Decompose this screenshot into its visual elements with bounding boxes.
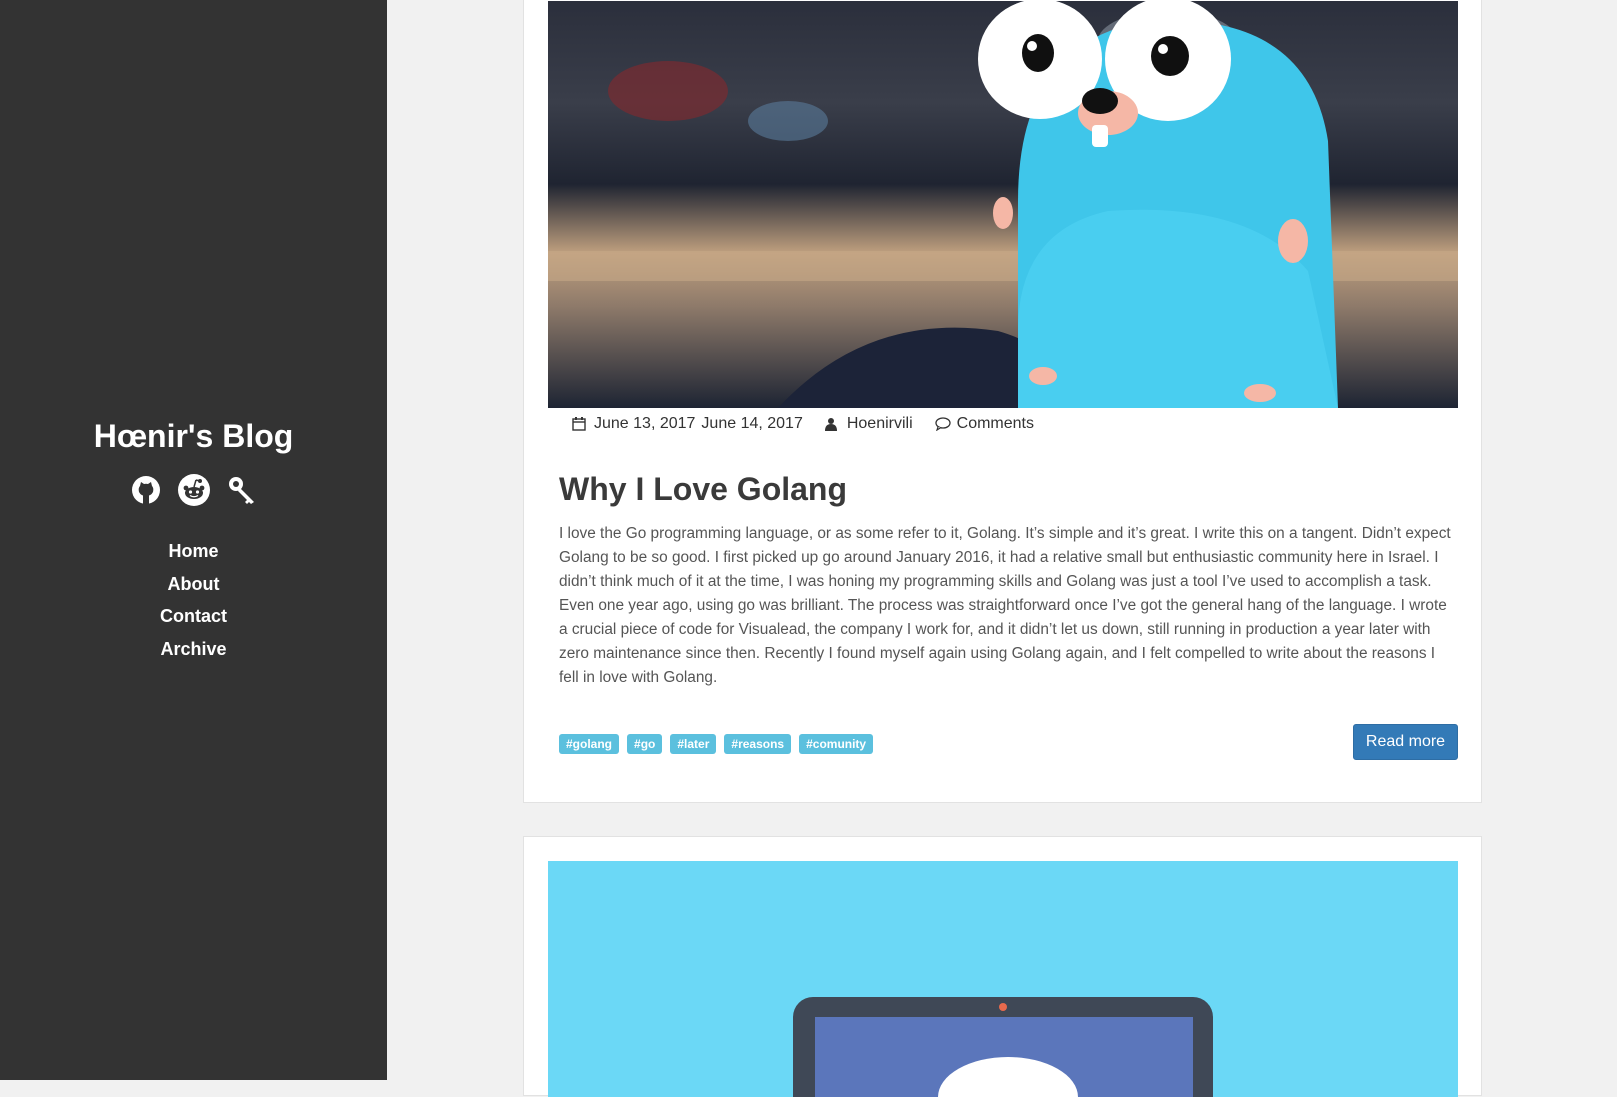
calendar-icon (572, 417, 586, 431)
post-hero-image[interactable] (548, 1, 1458, 408)
tag[interactable]: #go (627, 734, 663, 754)
post-comments-link[interactable]: Comments (957, 415, 1034, 433)
tag[interactable]: #later (670, 734, 717, 754)
tag[interactable]: #reasons (724, 734, 792, 754)
post-date-published: June 13, 2017 (594, 415, 696, 432)
tag[interactable]: #golang (559, 734, 620, 754)
reddit-icon[interactable] (177, 474, 210, 506)
tag[interactable]: #comunity (799, 734, 874, 754)
social-links (0, 474, 387, 506)
post-tags: #golang #go #later #reasons #comunity (559, 734, 874, 754)
nav-home[interactable]: Home (0, 535, 387, 568)
post-excerpt: I love the Go programming language, or a… (559, 525, 1451, 686)
comment-icon (934, 417, 951, 432)
read-more-button[interactable]: Read more (1353, 724, 1458, 760)
sidebar: Hœnir's Blog Home About Contact Archive (0, 0, 387, 1080)
nav-about[interactable]: About (0, 568, 387, 601)
post-hero-image[interactable] (548, 861, 1458, 1097)
nav-contact[interactable]: Contact (0, 600, 387, 633)
main-nav: Home About Contact Archive (0, 535, 387, 665)
github-icon[interactable] (130, 474, 162, 506)
laptop-illustration (548, 861, 1458, 1097)
blog-title[interactable]: Hœnir's Blog (0, 418, 387, 455)
post-date-updated: June 14, 2017 (701, 415, 803, 432)
post-card (523, 836, 1482, 1097)
post-author[interactable]: Hoenirvili (847, 415, 913, 433)
keybase-icon[interactable] (226, 474, 258, 506)
post-meta: June 13, 2017 June 14, 2017 Hoenirvili C… (572, 415, 1034, 433)
post-title[interactable]: Why I Love Golang (559, 471, 847, 508)
user-icon (824, 417, 839, 431)
post-card: June 13, 2017 June 14, 2017 Hoenirvili C… (523, 0, 1482, 803)
gopher-illustration (548, 1, 1458, 408)
nav-archive[interactable]: Archive (0, 633, 387, 666)
